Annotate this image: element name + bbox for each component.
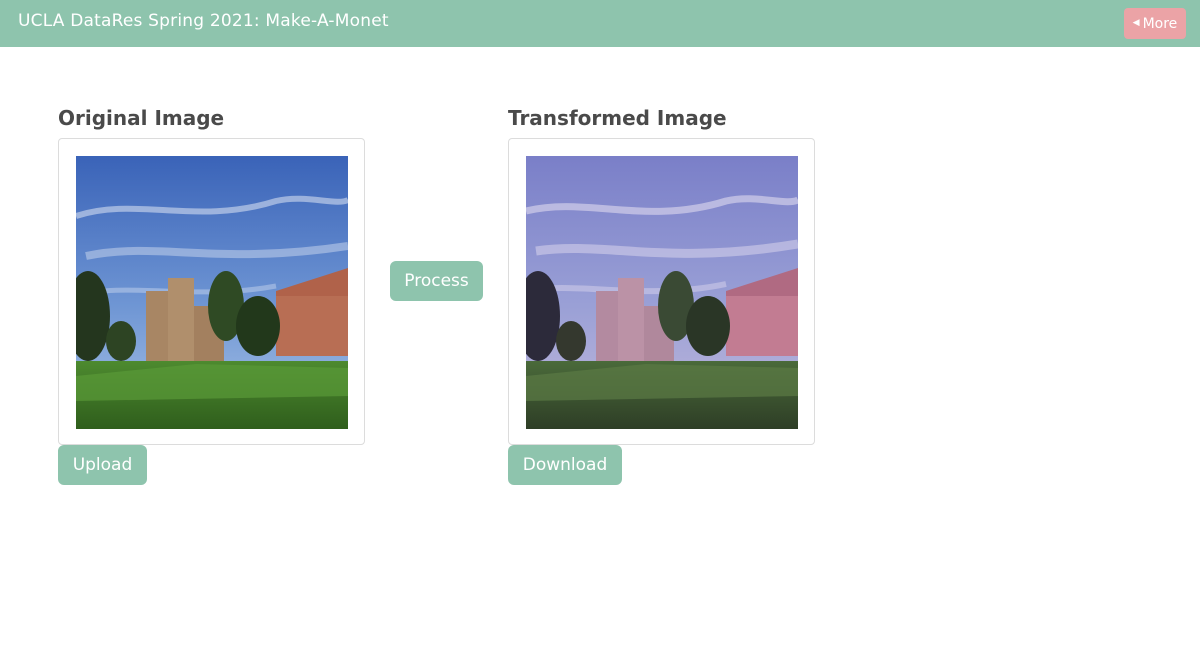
caret-left-icon: ◀	[1132, 18, 1140, 28]
upload-button[interactable]: Upload	[58, 445, 147, 485]
more-button[interactable]: ◀ More	[1124, 8, 1186, 39]
original-image	[76, 156, 348, 429]
transformed-image-title: Transformed Image	[508, 106, 727, 130]
more-button-label: More	[1142, 15, 1178, 32]
transformed-image	[526, 156, 798, 429]
original-image-card	[58, 138, 365, 445]
download-button[interactable]: Download	[508, 445, 622, 485]
top-navbar: UCLA DataRes Spring 2021: Make-A-Monet ◀…	[0, 0, 1200, 47]
transformed-image-card	[508, 138, 815, 445]
app-title: UCLA DataRes Spring 2021: Make-A-Monet	[18, 11, 389, 31]
original-image-title: Original Image	[58, 106, 225, 130]
process-button[interactable]: Process	[390, 261, 483, 301]
